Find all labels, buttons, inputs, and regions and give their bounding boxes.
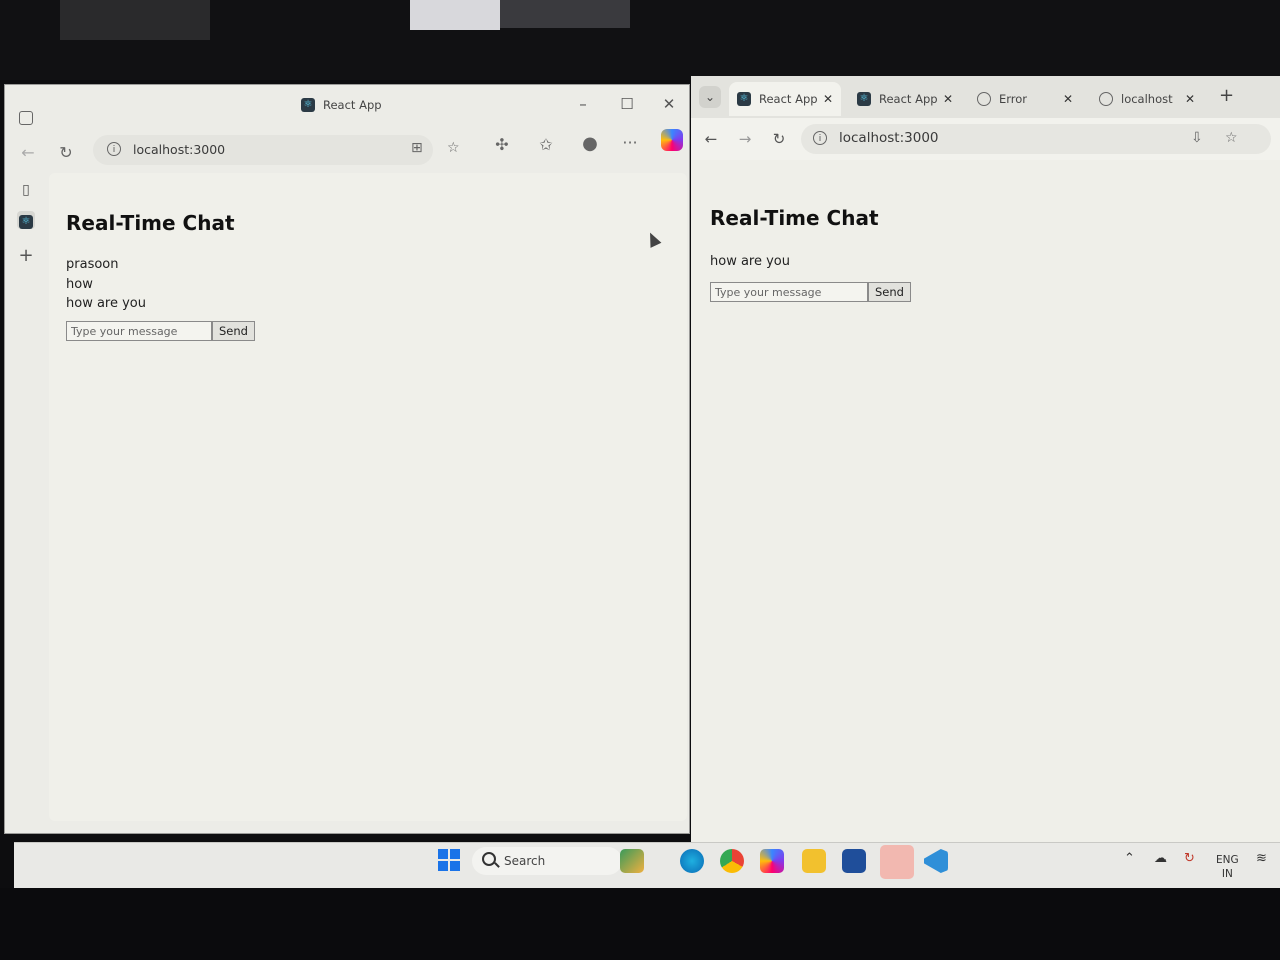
windows-start-icon[interactable]	[438, 849, 460, 871]
profile-avatar-icon[interactable]: ●	[579, 133, 601, 154]
tab-localhost[interactable]: g localhost ✕	[1091, 82, 1203, 116]
address-bar[interactable]: i localhost:3000 ⊞ ☆	[93, 135, 460, 165]
react-icon: ⚛	[19, 215, 33, 229]
tab-label: Error	[999, 92, 1028, 106]
tab-close-icon[interactable]: ✕	[943, 92, 953, 106]
copilot-app-icon[interactable]	[760, 849, 784, 873]
widgets-icon[interactable]	[620, 849, 644, 873]
tab-actions-icon[interactable]: ▯	[17, 181, 35, 199]
edge-window: ⚛ React App – ☐ ✕ ← ↻ i localhost:3000 ⊞…	[4, 84, 690, 834]
background-blur	[500, 0, 630, 28]
new-tab-button[interactable]: +	[1219, 85, 1234, 106]
page-title: Real-Time Chat	[710, 206, 879, 230]
page-title: Real-Time Chat	[66, 211, 235, 235]
page-content: Real-Time Chat how are you Send	[691, 160, 1280, 844]
vertical-tabs-sidebar: ▯ ⚛ +	[5, 173, 47, 833]
onedrive-icon[interactable]: ☁	[1154, 851, 1167, 866]
window-title: ⚛ React App	[301, 98, 382, 112]
search-icon	[482, 852, 496, 866]
taskbar: Search ⌃ ☁ ↻ ENG IN ≋	[14, 842, 1280, 889]
window-title-text: React App	[323, 98, 382, 112]
language-code: ENG	[1216, 854, 1239, 866]
favorite-star-icon[interactable]: ☆	[447, 140, 460, 156]
refresh-icon[interactable]: ↻	[55, 143, 77, 162]
message-item: how	[66, 276, 93, 292]
message-item: prasoon	[66, 257, 119, 272]
info-icon[interactable]: i	[813, 131, 827, 145]
background-blur	[410, 0, 500, 30]
tab-label: localhost	[1121, 92, 1173, 106]
react-icon: ⚛	[301, 98, 315, 112]
page-content: Real-Time Chat prasoon how how are you S…	[49, 173, 687, 821]
info-icon[interactable]: i	[107, 142, 121, 156]
tab-label: React App	[879, 92, 938, 106]
edge-browser-icon[interactable]	[680, 849, 704, 873]
security-shield-icon[interactable]	[880, 845, 914, 879]
new-tab-icon[interactable]: +	[17, 247, 35, 265]
sidebar-tab-react-app[interactable]: ⚛	[17, 211, 35, 229]
language-indicator[interactable]: ENG IN	[1216, 853, 1239, 881]
maximize-button[interactable]: ☐	[617, 95, 637, 113]
store-icon[interactable]	[842, 849, 866, 873]
message-input[interactable]	[710, 282, 868, 302]
send-button[interactable]: Send	[868, 282, 911, 302]
message-item: how are you	[710, 254, 790, 269]
region-code: IN	[1221, 868, 1233, 880]
install-app-icon[interactable]: ⇩	[1191, 130, 1203, 146]
copilot-icon[interactable]	[661, 129, 683, 151]
file-explorer-icon[interactable]	[802, 849, 826, 873]
chat-form: Send	[710, 282, 911, 302]
url-text: localhost:3000	[839, 130, 939, 146]
favorites-icon[interactable]: ✩	[535, 135, 557, 154]
tab-react-app-1[interactable]: ⚛ React App ✕	[729, 82, 841, 116]
taskbar-search[interactable]: Search	[472, 847, 622, 875]
split-screen-icon[interactable]: ⊞	[411, 140, 423, 156]
tab-close-icon[interactable]: ✕	[1063, 92, 1073, 106]
title-bar: ⚛ React App – ☐ ✕	[5, 85, 689, 125]
back-icon[interactable]: ←	[17, 143, 39, 162]
background-top	[0, 0, 1280, 80]
forward-icon[interactable]: →	[735, 130, 755, 148]
refresh-icon[interactable]: ↻	[769, 130, 789, 148]
monitor-bezel	[0, 888, 1280, 960]
globe-icon: g	[977, 92, 991, 106]
extensions-icon[interactable]: ✣	[491, 135, 513, 154]
message-list: how are you	[710, 252, 790, 272]
message-item: how are you	[66, 296, 146, 311]
tab-label: React App	[759, 92, 818, 106]
tab-react-app-2[interactable]: ⚛ React App ✕	[849, 82, 961, 116]
tab-close-icon[interactable]: ✕	[1185, 92, 1195, 106]
chat-form: Send	[66, 321, 255, 341]
react-icon: ⚛	[857, 92, 871, 106]
back-icon[interactable]: ←	[701, 130, 721, 148]
tab-strip: ⌄ ⚛ React App ✕ ⚛ React App ✕ g Error ✕ …	[691, 76, 1280, 118]
globe-icon: g	[1099, 92, 1113, 106]
search-label: Search	[504, 854, 546, 868]
message-list: prasoon how how are you	[66, 255, 146, 314]
more-menu-icon[interactable]: ···	[619, 133, 641, 152]
message-input[interactable]	[66, 321, 212, 341]
address-bar[interactable]: i localhost:3000 ⇩ ☆	[801, 124, 1271, 154]
sync-icon[interactable]: ↻	[1184, 851, 1195, 866]
chrome-browser-icon[interactable]	[720, 849, 744, 873]
chevron-up-icon[interactable]: ⌃	[1124, 851, 1135, 866]
tab-search-chevron-icon[interactable]: ⌄	[699, 86, 721, 108]
send-button[interactable]: Send	[212, 321, 255, 341]
workspaces-icon[interactable]	[19, 111, 33, 125]
minimize-button[interactable]: –	[573, 95, 593, 113]
react-icon: ⚛	[737, 92, 751, 106]
background-blur	[60, 0, 210, 40]
vscode-icon[interactable]	[924, 849, 948, 873]
chrome-window: ⌄ ⚛ React App ✕ ⚛ React App ✕ g Error ✕ …	[691, 76, 1280, 844]
url-text: localhost:3000	[133, 142, 226, 157]
toolbar: ← → ↻ i localhost:3000 ⇩ ☆	[691, 118, 1280, 160]
close-button[interactable]: ✕	[659, 95, 679, 113]
tab-close-icon[interactable]: ✕	[823, 92, 833, 106]
bookmark-star-icon[interactable]: ☆	[1225, 130, 1238, 146]
wifi-icon[interactable]: ≋	[1256, 851, 1267, 866]
tab-error[interactable]: g Error ✕	[969, 82, 1081, 116]
